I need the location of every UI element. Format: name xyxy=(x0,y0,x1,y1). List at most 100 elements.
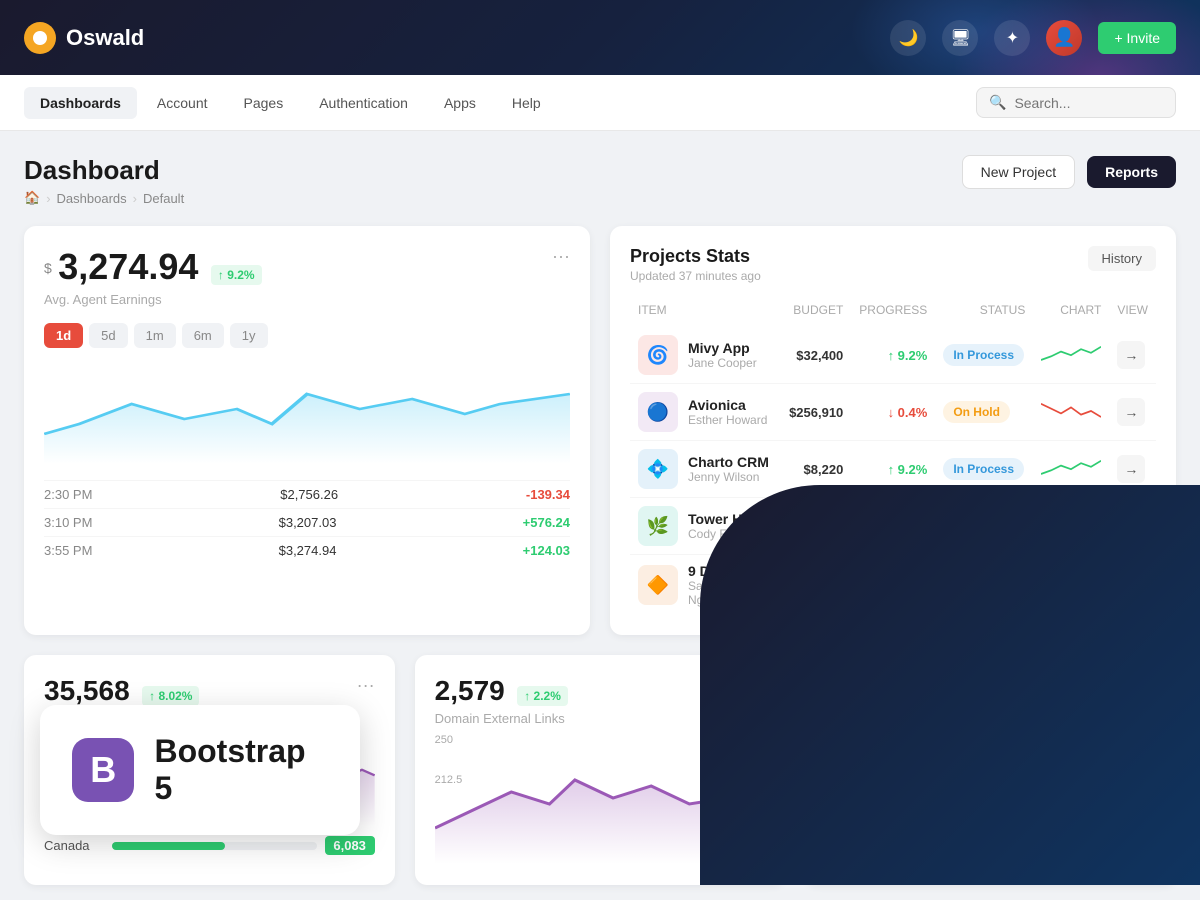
project-name-0: Mivy App xyxy=(688,340,757,356)
breadcrumb: 🏠 › Dashboards › Default xyxy=(24,190,184,206)
project-icon-4: 🔶 xyxy=(638,565,678,605)
project-status-1: On Hold xyxy=(935,384,1033,441)
data-row-3: 3:55 PM $3,274.94 +124.03 xyxy=(44,536,570,564)
links-subtitle: Domain External Links xyxy=(435,711,568,726)
header-actions: New Project Reports xyxy=(962,155,1176,189)
country-row: Canada 6,083 xyxy=(44,836,375,855)
earnings-badge: ↑ 9.2% xyxy=(211,265,262,285)
time-filters: 1d 5d 1m 6m 1y xyxy=(44,323,570,348)
projects-subtitle: Updated 37 minutes ago xyxy=(630,269,761,283)
nav-authentication[interactable]: Authentication xyxy=(303,87,424,119)
country-bar xyxy=(112,842,225,850)
earnings-amount-area: $ 3,274.94 ↑ 9.2% Avg. Agent Earnings xyxy=(44,246,262,307)
country-bar-wrap xyxy=(112,842,317,850)
time-1: 2:30 PM xyxy=(44,487,92,502)
filter-1m[interactable]: 1m xyxy=(134,323,176,348)
data-row-1: 2:30 PM $2,756.26 -139.34 xyxy=(44,480,570,508)
bootstrap-overlay: B Bootstrap 5 xyxy=(40,705,360,835)
earnings-amount: 3,274.94 xyxy=(58,246,198,287)
breadcrumb-dashboards[interactable]: Dashboards xyxy=(57,191,127,206)
nav-account[interactable]: Account xyxy=(141,87,224,119)
links-number: 2,579 xyxy=(435,675,505,706)
nav-right: 🌙 🖥 ✦ 👤 + Invite xyxy=(890,20,1176,56)
history-button[interactable]: History xyxy=(1088,246,1156,271)
nav-help[interactable]: Help xyxy=(496,87,557,119)
home-icon: 🏠 xyxy=(24,190,40,206)
links-amount-area: 2,579 ↑ 2.2% Domain External Links xyxy=(435,675,568,726)
col-budget: BUDGET xyxy=(781,299,851,327)
sessions-more-button[interactable]: ··· xyxy=(357,675,375,696)
project-item-cell-0: 🌀 Mivy App Jane Cooper xyxy=(630,327,781,384)
project-icon-1: 🔵 xyxy=(638,392,678,432)
project-chart-0 xyxy=(1033,327,1109,384)
avatar[interactable]: 👤 xyxy=(1046,20,1082,56)
col-chart: CHART xyxy=(1033,299,1109,327)
filter-1y[interactable]: 1y xyxy=(230,323,268,348)
col-item: ITEM xyxy=(630,299,781,327)
logo-area: Oswald xyxy=(24,22,144,54)
new-project-button[interactable]: New Project xyxy=(962,155,1075,189)
search-icon: 🔍 xyxy=(989,94,1006,111)
reports-button[interactable]: Reports xyxy=(1087,156,1176,188)
dark-overlay xyxy=(700,485,1200,885)
moon-icon[interactable]: 🌙 xyxy=(890,20,926,56)
earnings-data-rows: 2:30 PM $2,756.26 -139.34 3:10 PM $3,207… xyxy=(44,480,570,564)
bootstrap-label: Bootstrap 5 xyxy=(154,733,328,807)
nav-pages[interactable]: Pages xyxy=(228,87,300,119)
project-icon-0: 🌀 xyxy=(638,335,678,375)
project-person-2: Jenny Wilson xyxy=(688,470,769,484)
filter-6m[interactable]: 6m xyxy=(182,323,224,348)
invite-button[interactable]: + Invite xyxy=(1098,22,1176,54)
currency-symbol: $ xyxy=(44,260,52,276)
filter-5d[interactable]: 5d xyxy=(89,323,127,348)
col-view: VIEW xyxy=(1109,299,1156,327)
project-icon-2: 💠 xyxy=(638,449,678,489)
project-view-1[interactable]: → xyxy=(1109,384,1156,441)
data-row-2: 3:10 PM $3,207.03 +576.24 xyxy=(44,508,570,536)
page-content: Dashboard 🏠 › Dashboards › Default New P… xyxy=(0,131,1200,885)
project-item-cell-2: 💠 Charto CRM Jenny Wilson xyxy=(630,441,781,498)
bootstrap-icon: B xyxy=(72,738,134,802)
links-badge: ↑ 2.2% xyxy=(517,686,568,706)
project-status-0: In Process xyxy=(935,327,1033,384)
y-label-212: 212.5 xyxy=(435,774,463,786)
search-input[interactable] xyxy=(1014,95,1163,111)
project-icon-3: 🌿 xyxy=(638,506,678,546)
project-progress-1: ↓ 0.4% xyxy=(851,384,935,441)
project-item-cell-1: 🔵 Avionica Esther Howard xyxy=(630,384,781,441)
search-box[interactable]: 🔍 xyxy=(976,87,1176,118)
sessions-badge: ↑ 8.02% xyxy=(142,686,199,706)
earnings-header: $ 3,274.94 ↑ 9.2% Avg. Agent Earnings ··… xyxy=(44,246,570,307)
share-icon[interactable]: ✦ xyxy=(994,20,1030,56)
page-title: Dashboard xyxy=(24,155,184,186)
change-2: +576.24 xyxy=(523,515,570,530)
y-label-250: 250 xyxy=(435,734,453,746)
project-person-0: Jane Cooper xyxy=(688,356,757,370)
amount-1: $2,756.26 xyxy=(280,487,338,502)
page-header: Dashboard 🏠 › Dashboards › Default New P… xyxy=(24,155,1176,206)
time-2: 3:10 PM xyxy=(44,515,92,530)
project-progress-0: ↑ 9.2% xyxy=(851,327,935,384)
earnings-amount-row: $ 3,274.94 ↑ 9.2% xyxy=(44,246,262,288)
projects-title: Projects Stats xyxy=(630,246,761,267)
earnings-chart xyxy=(44,364,570,464)
amount-2: $3,207.03 xyxy=(279,515,337,530)
projects-header: Projects Stats Updated 37 minutes ago Hi… xyxy=(630,246,1156,283)
project-chart-1 xyxy=(1033,384,1109,441)
filter-1d[interactable]: 1d xyxy=(44,323,83,348)
earnings-more-button[interactable]: ··· xyxy=(552,246,570,267)
earnings-subtitle: Avg. Agent Earnings xyxy=(44,292,262,307)
nav-apps[interactable]: Apps xyxy=(428,87,492,119)
amount-3: $3,274.94 xyxy=(279,543,337,558)
nav-dashboards[interactable]: Dashboards xyxy=(24,87,137,119)
project-person-1: Esther Howard xyxy=(688,413,767,427)
country-name: Canada xyxy=(44,838,104,853)
sessions-number: 35,568 xyxy=(44,675,130,706)
links-number-row: 2,579 ↑ 2.2% xyxy=(435,675,568,707)
top-navbar: Oswald 🌙 🖥 ✦ 👤 + Invite xyxy=(0,0,1200,75)
monitor-icon[interactable]: 🖥 xyxy=(942,20,978,56)
project-view-0[interactable]: → xyxy=(1109,327,1156,384)
table-row: 🔵 Avionica Esther Howard $256,910 ↓ 0.4%… xyxy=(630,384,1156,441)
projects-title-area: Projects Stats Updated 37 minutes ago xyxy=(630,246,761,283)
app-name: Oswald xyxy=(66,25,144,51)
